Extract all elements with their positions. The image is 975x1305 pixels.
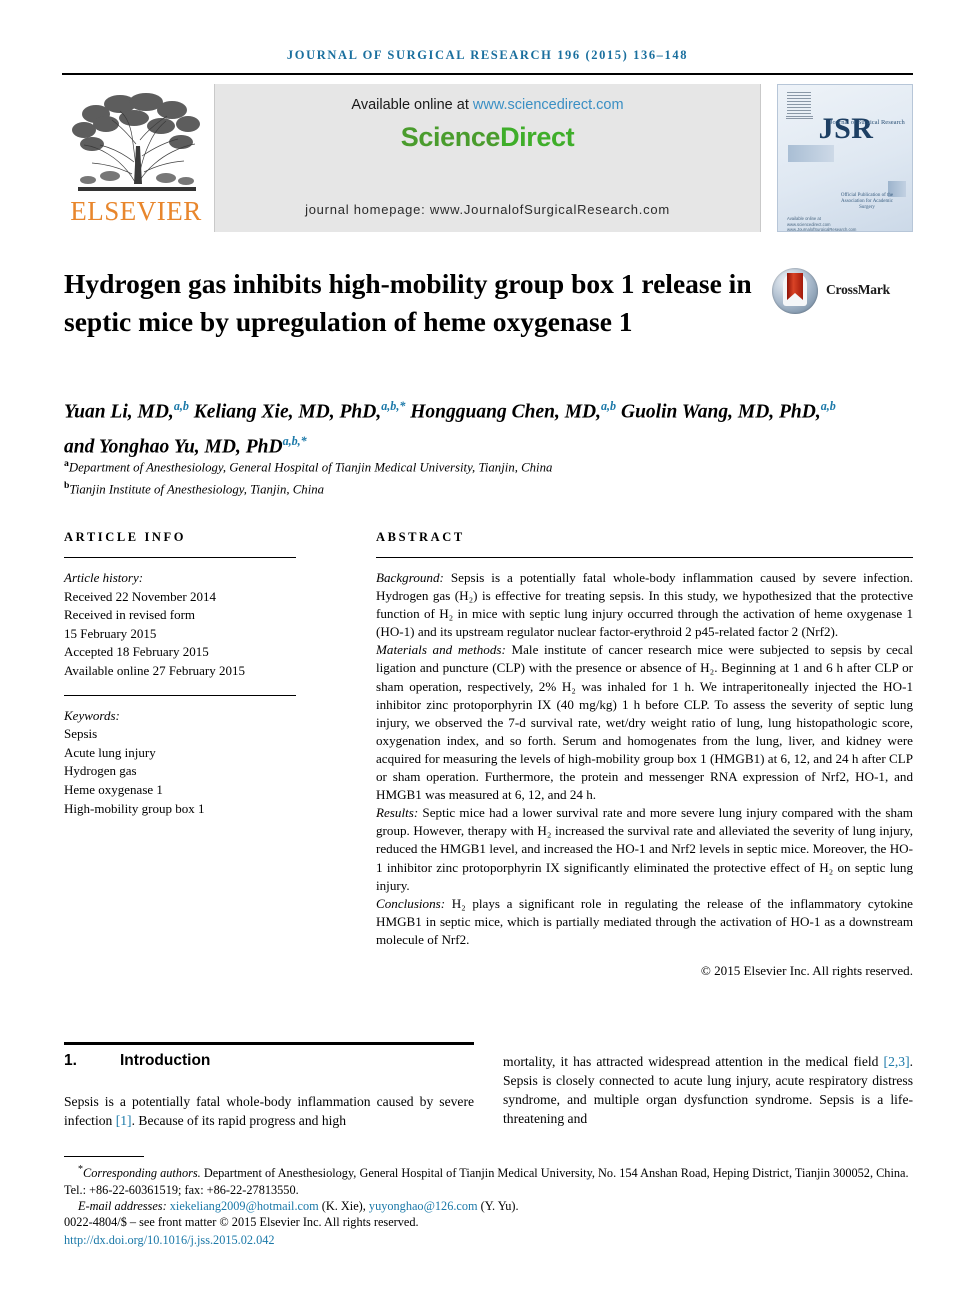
abstract-column: ABSTRACT Background: Sepsis is a potenti… [376,530,913,980]
introduction-left-column: Sepsis is a potentially fatal whole-body… [64,1092,474,1130]
cover-footer-line: Available online at www.sciencedirect.co… [787,216,857,232]
affiliation-text-a: Department of Anesthesiology, General Ho… [68,460,553,475]
sciencedirect-logo[interactable]: ScienceDirect [215,122,760,153]
affiliation-list: aDepartment of Anesthesiology, General H… [64,455,864,499]
sciencedirect-url-link[interactable]: www.sciencedirect.com [473,97,624,113]
introduction-number: 1. [64,1052,77,1069]
affiliation-b: bTianjin Institute of Anesthesiology, Ti… [64,477,864,499]
email-link-1[interactable]: xiekeliang2009@hotmail.com [170,1199,319,1213]
author-affil-marker-5: a,b,* [282,433,307,448]
history-item-4: Accepted 18 February 2015 [64,644,209,660]
abstract-section-methods: Materials and methods: Male institute of… [376,641,913,804]
history-item-2: Received in revised form [64,607,196,623]
sciencedirect-logo-science: Science [400,122,501,152]
abstract-section-conclusions: Conclusions: H₂ plays a significant role… [376,895,913,949]
author-name-5: and Yonghao Yu, MD, PhD [64,436,283,457]
abstract-text-conclusions: H₂ plays a significant role in regulatin… [376,895,913,947]
sciencedirect-band: Available online at www.sciencedirect.co… [214,84,761,232]
elsevier-tree-icon [66,84,206,196]
reference-link-1[interactable]: [1] [116,1113,132,1128]
corresponding-author-note: *Corresponding authors. Department of An… [64,1162,913,1198]
introduction-rule [64,1042,474,1045]
author-list: Yuan Li, MD,a,b Keliang Xie, MD, PhD,a,b… [64,392,864,461]
cover-elsevier-mark-icon [787,92,811,114]
sciencedirect-logo-direct: Direct [500,122,575,152]
available-online-text: Available online at www.sciencedirect.co… [215,97,760,113]
email-note: E-mail addresses: xiekeliang2009@hotmail… [64,1198,913,1214]
abstract-text-background: Sepsis is a potentially fatal whole-body… [376,570,913,640]
journal-running-head: Journal of Surgical Research 196 (2015) … [286,48,689,62]
keyword-5: High-mobility group box 1 [64,800,205,816]
author-name-4: Guolin Wang, MD, PhD, [620,401,821,423]
issn-copyright-line: 0022-4804/$ – see front matter © 2015 El… [64,1215,419,1230]
keywords-rule [64,694,296,696]
reference-link-2-3[interactable]: [2,3] [884,1054,910,1069]
keyword-1: Sepsis [64,726,98,742]
abstract-body: Background: Sepsis is a potentially fata… [376,569,913,980]
keyword-3: Hydrogen gas [64,763,137,779]
elsevier-logo: ELSEVIER [62,84,210,234]
article-info-column: ARTICLE INFO Article history: Received 2… [64,530,296,818]
journal-homepage-text[interactable]: journal homepage: www.JournalofSurgicalR… [215,202,760,217]
author-name-3: Hongguang Chen, MD, [410,401,601,423]
keyword-4: Heme oxygenase 1 [64,781,163,797]
abstract-label-conclusions: Conclusions: [376,895,446,911]
email-link-2[interactable]: yuyonghao@126.com [369,1199,478,1213]
footnote-block: *Corresponding authors. Department of An… [64,1162,913,1248]
keyword-2: Acute lung injury [64,744,156,760]
affiliation-text-b: Tianjin Institute of Anesthesiology, Tia… [69,482,325,497]
introduction-right-column: mortality, it has attracted widespread a… [503,1052,913,1128]
affiliation-a: aDepartment of Anesthesiology, General H… [64,455,864,477]
abstract-heading: ABSTRACT [376,530,465,544]
crossmark-label: CrossMark [826,282,890,297]
keywords-label: Keywords: [64,707,120,723]
abstract-copyright: © 2015 Elsevier Inc. All rights reserved… [700,962,913,978]
elsevier-wordmark: ELSEVIER [70,196,202,226]
author-affil-marker-4: a,b [820,399,836,413]
introduction-title: Introduction [120,1052,211,1069]
email-owner-1: (K. Xie), [318,1198,369,1213]
abstract-label-methods: Materials and methods: [376,642,506,658]
cover-acronym: JSR [818,112,874,145]
article-first-page: Journal of Surgical Research 196 (2015) … [0,0,975,1305]
corresponding-author-label: Corresponding authors. [83,1166,201,1181]
article-history-block: Article history: Received 22 November 20… [64,569,296,681]
masthead: ELSEVIER Available online at www.science… [62,82,913,235]
history-item-3: 15 February 2015 [64,625,157,641]
cover-subtitle: Journal of Surgical Research [830,119,905,126]
keywords-block: Keywords: Sepsis Acute lung injury Hydro… [64,707,296,819]
author-affil-marker-1: a,b [173,399,189,413]
author-name-1: Yuan Li, MD, [64,401,174,423]
journal-cover-thumbnail: JSR Journal of Surgical Research Officia… [777,84,913,232]
article-info-rule [64,557,296,558]
email-owner-2: (Y. Yu). [477,1198,519,1213]
article-info-heading: ARTICLE INFO [64,530,187,544]
abstract-label-background: Background: [376,570,444,585]
available-online-prefix: Available online at [351,97,473,113]
author-affil-marker-2: a,b,* [381,399,406,413]
abstract-section-results: Results: Septic mice had a lower surviva… [376,804,913,894]
abstract-text-results: Septic mice had a lower survival rate an… [376,805,913,893]
header-rule [62,73,913,75]
cover-society-line: Official Publication of the Association … [840,193,894,210]
article-history-label: Article history: [64,570,144,585]
cover-accent-bar-left [788,145,834,162]
abstract-rule [376,557,913,558]
doi-link[interactable]: http://dx.doi.org/10.1016/j.jss.2015.02.… [64,1232,913,1248]
history-item-1: Received 22 November 2014 [64,588,216,604]
abstract-text-methods: Male institute of cancer research mice w… [376,642,914,803]
intro-right-text-1: mortality, it has attracted widespread a… [503,1054,884,1069]
footnote-rule [64,1156,144,1157]
author-name-2: Keliang Xie, MD, PhD, [193,401,382,423]
history-item-5: Available online 27 February 2015 [64,662,245,678]
author-affil-marker-3: a,b [601,399,617,413]
introduction-heading: 1. Introduction [64,1052,474,1070]
email-label: E-mail addresses: [78,1198,167,1213]
page-title: Hydrogen gas inhibits high-mobility grou… [64,268,752,337]
intro-left-text-2: . Because of its rapid progress and high [131,1113,347,1128]
abstract-label-results: Results: [376,805,419,821]
crossmark-badge[interactable]: CrossMark [772,268,904,316]
abstract-section-background: Background: Sepsis is a potentially fata… [376,569,913,641]
